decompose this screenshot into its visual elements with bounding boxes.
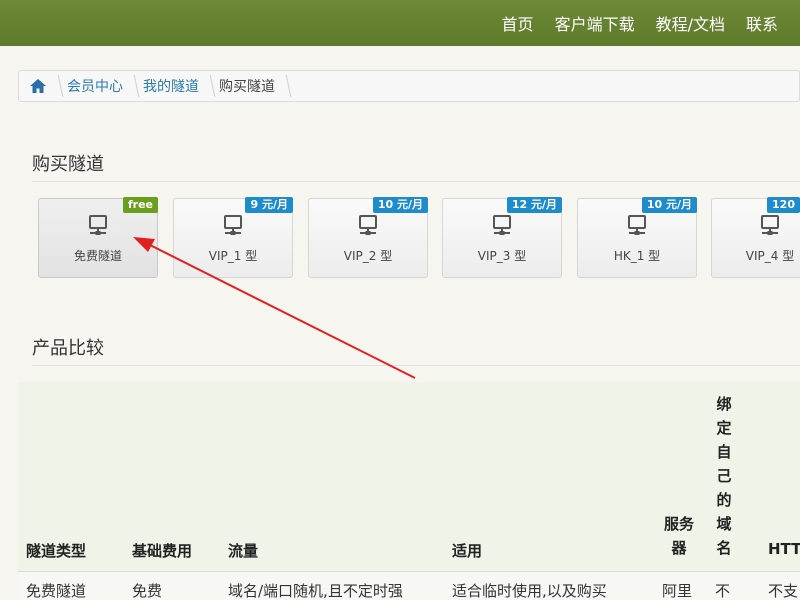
plan-name: VIP_2 型 bbox=[343, 249, 393, 263]
cell-type: 免费隧道 bbox=[26, 582, 87, 600]
breadcrumb-separator bbox=[278, 75, 292, 97]
section-divider bbox=[32, 181, 800, 182]
cell-http: 不支 bbox=[768, 582, 799, 600]
buy-tunnel-title: 购买隧道 bbox=[32, 154, 104, 175]
plan-badge: 10 元/月 bbox=[372, 197, 428, 213]
plan-badge: free bbox=[122, 197, 158, 213]
nav-docs[interactable]: 教程/文档 bbox=[656, 11, 725, 35]
breadcrumb-separator bbox=[50, 75, 64, 97]
breadcrumb-separator bbox=[126, 75, 140, 97]
plan-name: VIP_3 型 bbox=[477, 249, 527, 263]
breadcrumb: 会员中心 我的隧道 购买隧道 bbox=[18, 70, 800, 102]
plan-name: VIP_4 型 bbox=[745, 249, 795, 263]
col-header-traffic: 流量 bbox=[228, 542, 259, 560]
col-header-base-fee: 基础费用 bbox=[132, 542, 193, 560]
col-header-type: 隧道类型 bbox=[26, 542, 87, 560]
breadcrumb-separator bbox=[202, 75, 216, 97]
server-icon bbox=[224, 215, 242, 235]
plan-name: VIP_1 型 bbox=[208, 249, 258, 263]
section-divider bbox=[32, 365, 800, 366]
server-icon bbox=[761, 215, 779, 235]
plan-free[interactable]: free 免费隧道 bbox=[38, 197, 158, 278]
cell-traffic: 域名/端口随机,且不定时强 bbox=[228, 582, 403, 600]
breadcrumb-buy-tunnel: 购买隧道 bbox=[219, 79, 275, 95]
nav-home[interactable]: 首页 bbox=[502, 11, 534, 35]
plan-vip1[interactable]: 9 元/月 VIP_1 型 bbox=[173, 197, 293, 278]
plan-vip3[interactable]: 12 元/月 VIP_3 型 bbox=[442, 197, 562, 278]
plan-name: HK_1 型 bbox=[613, 249, 661, 263]
col-header-http: HTT bbox=[768, 540, 800, 558]
col-header-server: 服务器 bbox=[663, 515, 694, 557]
plan-name: 免费隧道 bbox=[73, 249, 122, 263]
breadcrumb-my-tunnels[interactable]: 我的隧道 bbox=[143, 76, 199, 96]
server-icon bbox=[359, 215, 377, 235]
home-icon[interactable] bbox=[29, 77, 47, 95]
compare-title: 产品比较 bbox=[32, 338, 104, 359]
cell-usage: 适合临时使用,以及购买 bbox=[452, 582, 607, 600]
plan-list: free 免费隧道 9 元/月 VIP_1 型 10 元/月 VIP_2 型 1… bbox=[38, 197, 800, 278]
plan-hk1[interactable]: 10 元/月 HK_1 型 bbox=[577, 197, 697, 278]
col-header-usage: 适用 bbox=[452, 542, 483, 560]
breadcrumb-member-center[interactable]: 会员中心 bbox=[67, 76, 123, 96]
nav-contact[interactable]: 联系 bbox=[746, 11, 778, 35]
nav-client-download[interactable]: 客户端下载 bbox=[555, 11, 635, 35]
cell-server: 阿里 bbox=[662, 582, 693, 600]
comparison-table-header bbox=[18, 382, 800, 600]
server-icon bbox=[89, 215, 107, 235]
plan-badge: 9 元/月 bbox=[245, 197, 293, 213]
plan-badge: 120 bbox=[767, 197, 800, 213]
plan-badge: 10 元/月 bbox=[641, 197, 697, 213]
plan-vip4[interactable]: 120 VIP_4 型 bbox=[711, 197, 800, 278]
top-nav: 首页 客户端下载 教程/文档 联系 bbox=[0, 0, 800, 46]
plan-badge: 12 元/月 bbox=[506, 197, 562, 213]
server-icon bbox=[628, 215, 646, 235]
col-header-bind-domain: 绑定自己的域名 bbox=[716, 395, 732, 557]
plan-vip2[interactable]: 10 元/月 VIP_2 型 bbox=[308, 197, 428, 278]
server-icon bbox=[493, 215, 511, 235]
cell-base-fee: 免费 bbox=[132, 582, 163, 600]
cell-bind-domain: 不 bbox=[715, 582, 731, 600]
